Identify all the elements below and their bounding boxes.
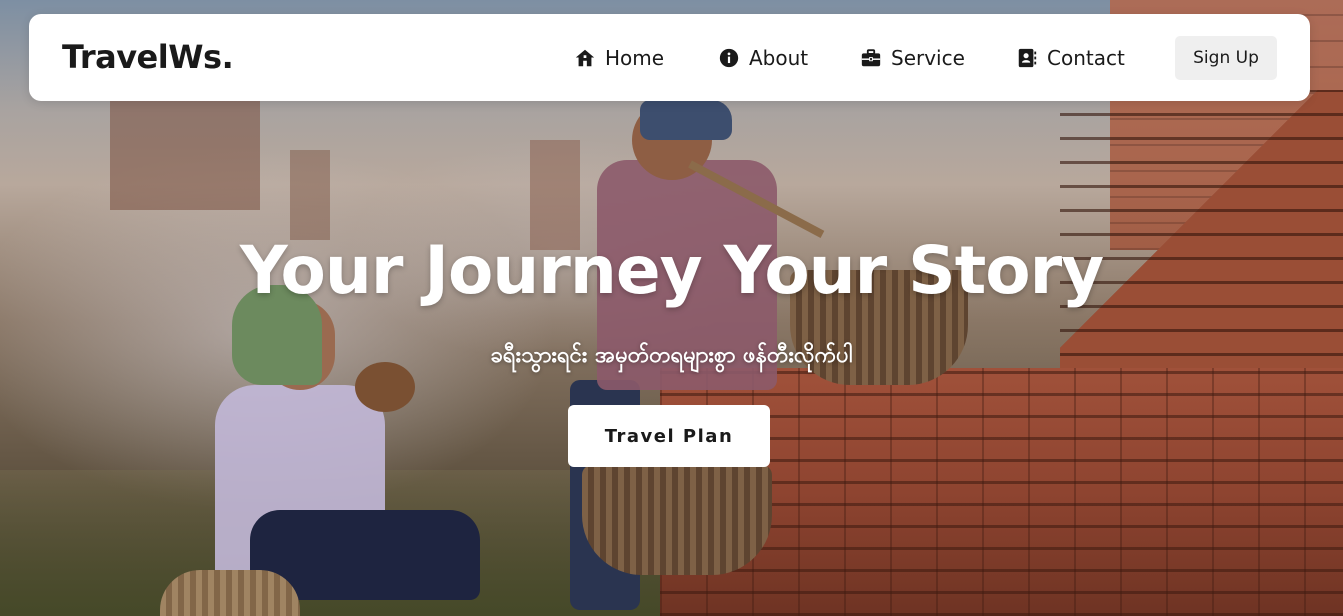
- basket: [582, 465, 772, 575]
- info-icon: [718, 47, 740, 69]
- nav-contact-label: Contact: [1047, 46, 1125, 70]
- nav-about[interactable]: About: [718, 44, 808, 72]
- home-icon: [574, 47, 596, 69]
- navbar: TravelWs. Home About Service Contact Sig…: [29, 14, 1310, 101]
- standing-woman-headwrap: [640, 100, 732, 140]
- sign-up-button[interactable]: Sign Up: [1175, 36, 1277, 80]
- briefcase-icon: [860, 47, 882, 69]
- contact-book-icon: [1016, 47, 1038, 69]
- nav-home-label: Home: [605, 46, 665, 70]
- hero-subtitle: ခရီးသွားရင်း အမှတ်တရများစွာ ဖန်တီးလိုက်ပ…: [490, 343, 853, 368]
- background-ruin: [290, 150, 330, 240]
- hero-title: Your Journey Your Story: [239, 232, 1104, 309]
- basket: [160, 570, 300, 616]
- brand-logo[interactable]: TravelWs.: [62, 38, 234, 76]
- hero-section: TravelWs. Home About Service Contact Sig…: [0, 0, 1343, 616]
- background-ruin: [110, 100, 260, 210]
- nav-service-label: Service: [891, 46, 965, 70]
- travel-plan-button[interactable]: Travel Plan: [568, 405, 770, 467]
- nav-contact[interactable]: Contact: [1016, 44, 1125, 72]
- nav-home[interactable]: Home: [574, 44, 664, 72]
- nav-about-label: About: [749, 46, 809, 70]
- nav-service[interactable]: Service: [860, 44, 965, 72]
